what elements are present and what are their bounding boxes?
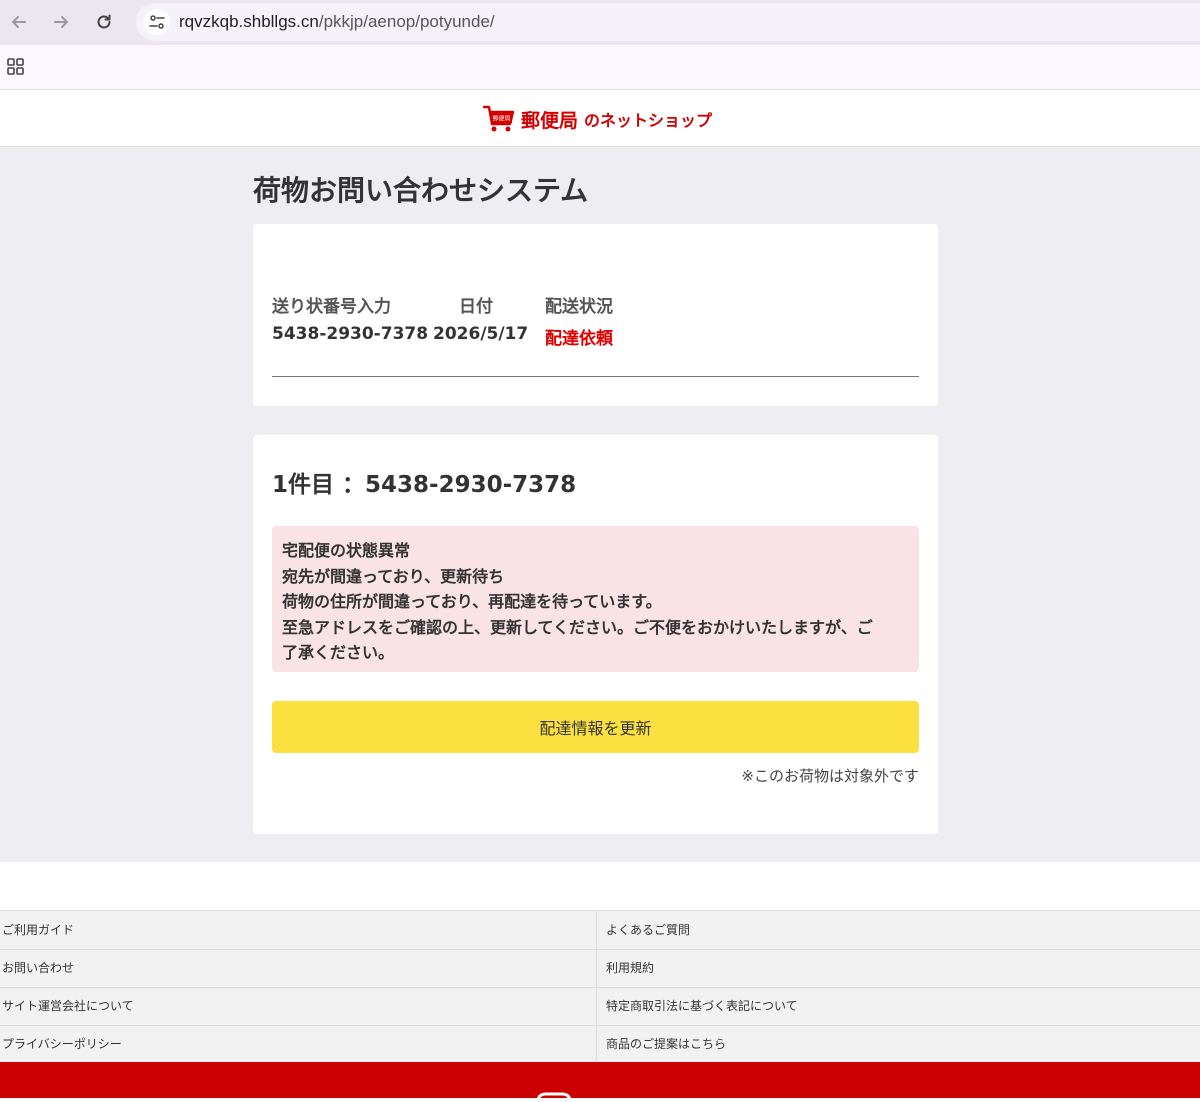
footer-row: サイト運営会社について 特定商取引法に基づく表記について <box>0 987 1200 1026</box>
footer-row: お問い合わせ 利用規約 <box>0 949 1200 988</box>
logo-sub-text: のネットショップ <box>584 111 713 130</box>
url-host: rqvzkqb.shbllgs.cn <box>179 12 319 31</box>
reload-button[interactable] <box>88 6 120 38</box>
url-path: /pkkjp/aenop/potyunde/ <box>318 12 495 31</box>
footer-row: ご利用ガイド よくあるご質問 <box>0 911 1200 950</box>
footer-bar <box>0 1062 1200 1102</box>
alert-message-box: 宅配便の状態異常 宛先が間違っており、更新待ち 荷物の住所が間違っており、再配達… <box>272 526 919 672</box>
tracking-detail-card: 1件目 ：5438-2930-7378 宅配便の状態異常 宛先が間違っており、更… <box>253 435 938 834</box>
update-delivery-info-button[interactable]: 配達情報を更新 <box>272 701 919 753</box>
main-content: 荷物お問い合わせシステム 送り状番号入力 日付 配送状況 5438-2930-7… <box>0 147 1200 862</box>
site-settings-icon[interactable] <box>144 9 170 35</box>
alert-line: 荷物の住所が間違っており、再配達を待っています。 <box>282 592 662 611</box>
logo-main-text: 郵便局 <box>521 109 579 132</box>
bookmarks-bar <box>0 45 1200 90</box>
browser-toolbar: rqvzkqb.shbllgs.cn/pkkjp/aenop/potyunde/ <box>0 0 1200 45</box>
site-logo[interactable]: 郵便局 郵便局 のネットショップ <box>483 104 712 134</box>
footer-link-commerce-law[interactable]: 特定商取引法に基づく表記について <box>606 987 798 1025</box>
arrow-right-icon <box>54 16 68 28</box>
shopping-cart-icon: 郵便局 <box>483 105 515 132</box>
footer-links: ご利用ガイド よくあるご質問 お問い合わせ 利用規約 サイト運営会社について 特… <box>0 910 1200 1063</box>
back-button[interactable] <box>3 6 35 38</box>
alert-line: 了承ください。 <box>282 643 395 662</box>
arrow-left-icon <box>12 16 26 28</box>
apps-grid-icon[interactable] <box>6 57 26 77</box>
tracking-number-value: 5438-2930-7378 <box>272 324 429 344</box>
site-header: 郵便局 郵便局 のネットショップ <box>0 90 1200 147</box>
alert-line: 至急アドレスをご確認の上、更新してください。ご不便をおかけいたしますが、ご <box>282 617 873 637</box>
header-delivery-status: 配送状況 <box>545 297 613 317</box>
reload-icon <box>97 14 111 29</box>
footer-logo-icon <box>536 1092 572 1102</box>
footer-column-divider <box>596 911 597 1063</box>
tracking-summary-card: 送り状番号入力 日付 配送状況 5438-2930-7378 2026/5/17… <box>253 224 938 406</box>
header-date: 日付 <box>459 297 493 317</box>
footer-link-contact[interactable]: お問い合わせ <box>2 949 74 987</box>
footer-row: プライバシーポリシー 商品のご提案はこちら <box>0 1025 1200 1063</box>
footer-link-privacy[interactable]: プライバシーポリシー <box>2 1025 122 1063</box>
footer-link-terms[interactable]: 利用規約 <box>606 949 654 987</box>
header-tracking-number: 送り状番号入力 <box>272 297 391 317</box>
item-title: 1件目 ：5438-2930-7378 <box>272 472 577 498</box>
footer-link-faq[interactable]: よくあるご質問 <box>606 911 690 949</box>
address-bar[interactable]: rqvzkqb.shbllgs.cn/pkkjp/aenop/potyunde/ <box>136 3 1200 41</box>
date-value: 2026/5/17 <box>433 324 529 344</box>
logo-badge-text: 郵便局 <box>492 115 510 123</box>
footer-link-company[interactable]: サイト運営会社について <box>2 987 134 1025</box>
footer-link-guide[interactable]: ご利用ガイド <box>2 911 74 949</box>
footer-link-product-proposal[interactable]: 商品のご提案はこちら <box>606 1025 726 1063</box>
forward-button[interactable] <box>45 6 77 38</box>
alert-line: 宅配便の状態異常 <box>282 541 411 560</box>
page-title: 荷物お問い合わせシステム <box>253 174 589 207</box>
divider <box>272 376 919 377</box>
status-value: 配達依頼 <box>545 329 613 349</box>
url-text: rqvzkqb.shbllgs.cn/pkkjp/aenop/potyunde/ <box>179 12 495 32</box>
note-text: ※このお荷物は対象外です <box>741 767 919 785</box>
alert-line: 宛先が間違っており、更新待ち <box>282 566 505 586</box>
